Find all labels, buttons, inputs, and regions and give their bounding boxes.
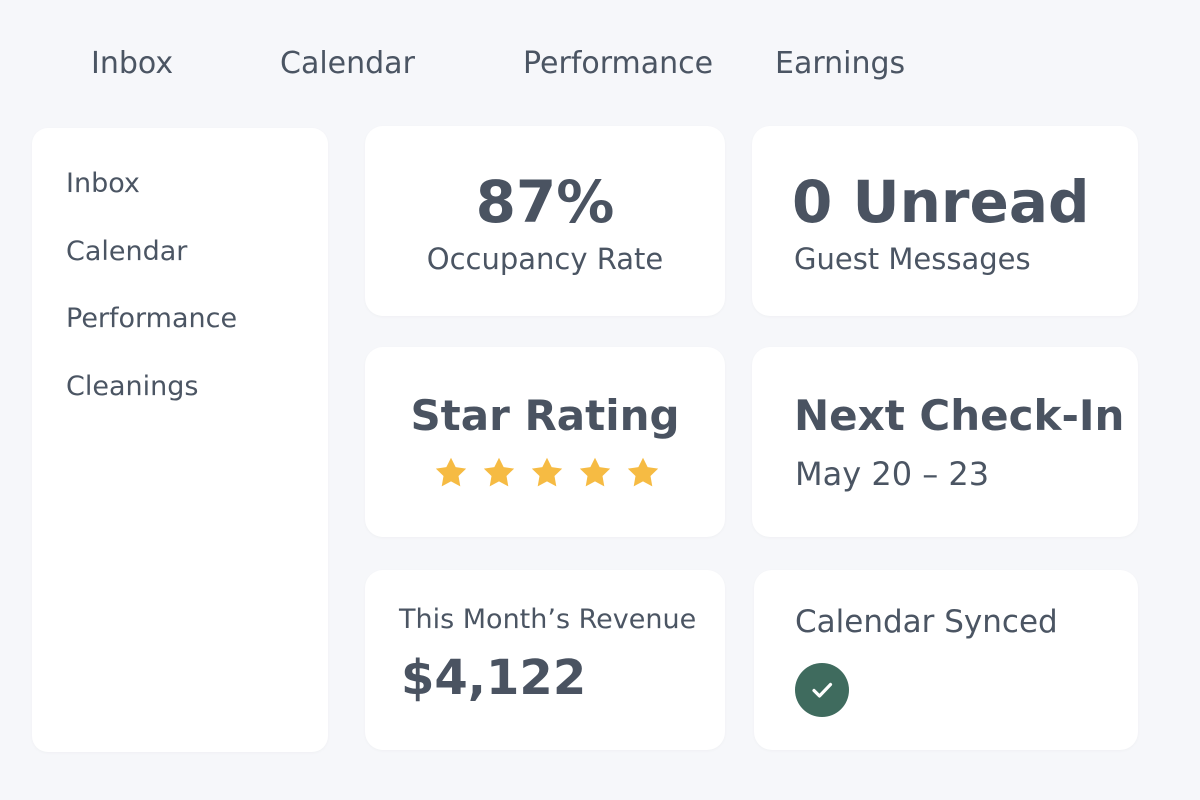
tab-calendar[interactable]: Calendar	[280, 44, 415, 84]
tab-earnings[interactable]: Earnings	[775, 44, 905, 84]
calendar-sync-label: Calendar Synced	[795, 604, 1058, 640]
sidebar: Inbox Calendar Performance Cleanings	[32, 128, 328, 752]
sidebar-item-inbox[interactable]: Inbox	[66, 166, 140, 202]
rating-card: Star Rating	[365, 347, 725, 537]
sidebar-item-calendar[interactable]: Calendar	[66, 234, 187, 270]
checkmark-circle-icon	[795, 663, 849, 717]
revenue-value: $4,122	[401, 650, 587, 706]
sidebar-item-cleanings[interactable]: Cleanings	[66, 369, 198, 405]
star-icon	[531, 457, 563, 487]
checkmark-icon	[812, 682, 833, 698]
revenue-label: This Month’s Revenue	[399, 604, 697, 635]
occupancy-card: 87% Occupancy Rate	[365, 126, 725, 316]
checkin-title: Next Check-In	[794, 391, 1125, 440]
calendar-sync-card: Calendar Synced	[754, 570, 1138, 750]
occupancy-value: 87%	[475, 168, 615, 236]
rating-title: Star Rating	[410, 391, 680, 440]
star-icon	[627, 457, 659, 487]
top-navigation: Inbox Calendar Performance Earnings	[0, 0, 1200, 120]
unread-messages-value: 0 Unread	[792, 168, 1090, 236]
tab-inbox[interactable]: Inbox	[91, 44, 173, 84]
tab-performance[interactable]: Performance	[523, 44, 713, 84]
messages-card: 0 Unread Guest Messages	[752, 126, 1138, 316]
checkin-card: Next Check-In May 20 – 23	[752, 347, 1138, 537]
revenue-card: This Month’s Revenue $4,122	[365, 570, 725, 750]
messages-label: Guest Messages	[794, 242, 1031, 276]
star-rating	[433, 455, 661, 491]
occupancy-label: Occupancy Rate	[426, 242, 664, 276]
checkin-dates: May 20 – 23	[795, 455, 990, 493]
sidebar-item-performance[interactable]: Performance	[66, 301, 237, 337]
star-icon	[435, 457, 467, 487]
star-icon	[483, 457, 515, 487]
star-icon	[579, 457, 611, 487]
